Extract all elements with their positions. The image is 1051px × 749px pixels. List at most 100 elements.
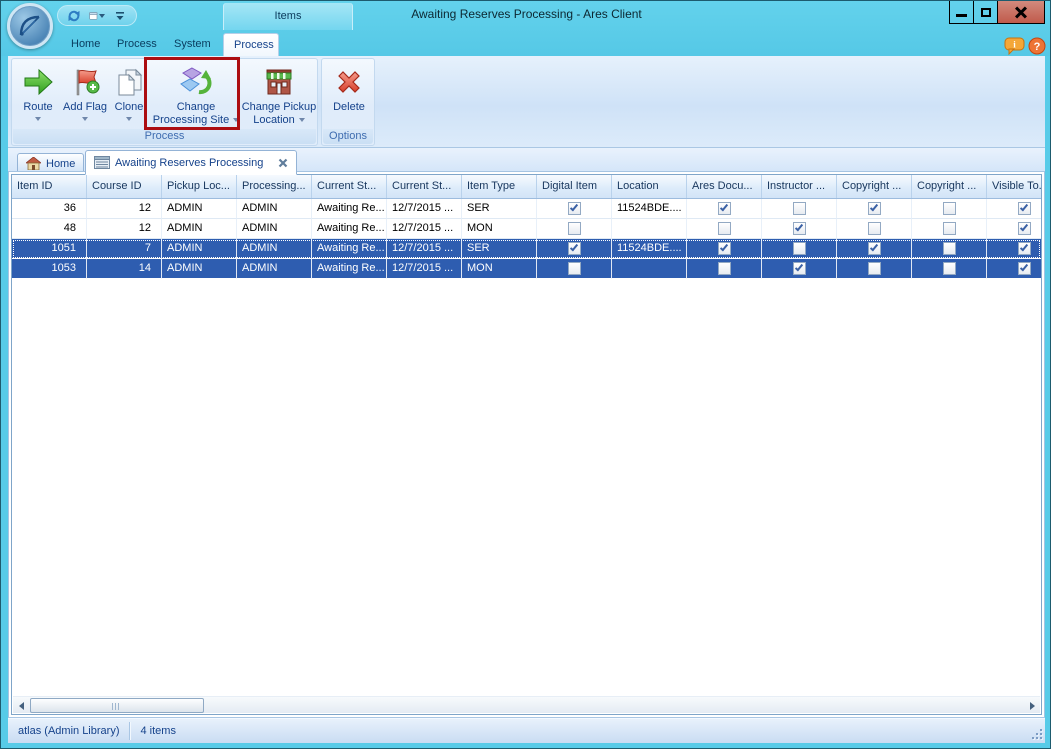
cell (612, 259, 687, 279)
column-header-instructor[interactable]: Instructor ... (762, 175, 837, 198)
column-header-copyright[interactable]: Copyright ... (837, 175, 912, 198)
cell-checkbox (837, 239, 912, 259)
cell: Awaiting Re... (312, 259, 387, 279)
cell-checkbox (912, 199, 987, 219)
column-header-current-st[interactable]: Current St... (387, 175, 462, 198)
chevron-down-icon (35, 117, 41, 121)
close-button[interactable] (997, 1, 1045, 24)
contextual-group-label: Items (275, 10, 302, 22)
checkbox-checked-icon (568, 202, 581, 215)
document-tab-bar: Home Awaiting Reserves Processing (8, 148, 1045, 174)
ribbon-tab-process[interactable]: Process (107, 33, 167, 56)
cell-checkbox (762, 219, 837, 239)
checkbox-unchecked-icon (568, 262, 581, 275)
ribbon-tab-process-contextual[interactable]: Process (223, 33, 279, 56)
qat-customize-icon[interactable] (112, 8, 128, 24)
column-header-item-id[interactable]: Item ID (12, 175, 87, 198)
cell-checkbox (762, 239, 837, 259)
ribbon-group-process: Process Route (11, 58, 318, 146)
column-header-processing[interactable]: Processing... (237, 175, 312, 198)
group-label: Process (13, 129, 316, 144)
cell: 12/7/2015 ... (387, 259, 462, 279)
checkbox-unchecked-icon (568, 222, 581, 235)
checkbox-checked-icon (1018, 222, 1031, 235)
chevron-down-icon (99, 14, 105, 18)
cell: 7 (87, 239, 162, 259)
application-menu-button[interactable] (7, 3, 53, 49)
arrow-right-icon (1030, 702, 1035, 710)
cell: 12/7/2015 ... (387, 239, 462, 259)
status-item-count: 4 items (130, 719, 185, 743)
cell: ADMIN (237, 199, 312, 219)
cell: ADMIN (237, 219, 312, 239)
cell-checkbox (687, 259, 762, 279)
column-header-course-id[interactable]: Course ID (87, 175, 162, 198)
cell-checkbox (837, 259, 912, 279)
add-flag-button[interactable]: Add Flag (62, 63, 108, 131)
maximize-icon (981, 8, 991, 17)
column-header-location[interactable]: Location (612, 175, 687, 198)
column-header-ares-docu[interactable]: Ares Docu... (687, 175, 762, 198)
table-row[interactable]: 105314ADMINADMINAwaiting Re...12/7/2015 … (12, 259, 1041, 279)
clone-button[interactable]: Clone (109, 63, 149, 131)
cell-checkbox (912, 219, 987, 239)
scroll-right-button[interactable] (1024, 697, 1040, 714)
grid-header: Item IDCourse IDPickup Loc...Processing.… (12, 175, 1041, 199)
cell: 12 (87, 219, 162, 239)
change-pickup-location-button[interactable]: Change Pickup Location (241, 63, 317, 131)
scrollbar-thumb[interactable] (30, 698, 204, 713)
table-row[interactable]: 3612ADMINADMINAwaiting Re...12/7/2015 ..… (12, 199, 1041, 219)
tab-close-icon[interactable] (278, 158, 288, 168)
cell-checkbox (987, 199, 1041, 219)
refresh-icon[interactable] (66, 8, 82, 24)
checkbox-checked-icon (718, 242, 731, 255)
about-info-icon[interactable]: i (1004, 37, 1025, 58)
checkbox-checked-icon (1018, 242, 1031, 255)
cell: MON (462, 219, 537, 239)
doc-tab-awaiting-reserves-processing[interactable]: Awaiting Reserves Processing (85, 150, 297, 175)
delete-button[interactable]: Delete (326, 63, 372, 131)
cell: 11524BDE.... (612, 199, 687, 219)
ribbon-tab-bar: Home Process System Process (1, 30, 1051, 56)
table-row[interactable]: 4812ADMINADMINAwaiting Re...12/7/2015 ..… (12, 219, 1041, 239)
cell: ADMIN (162, 259, 237, 279)
column-header-copyright[interactable]: Copyright ... (912, 175, 987, 198)
cell: Awaiting Re... (312, 199, 387, 219)
contextual-tab-group-items: Items (223, 3, 353, 30)
window-controls (950, 1, 1045, 24)
change-processing-site-button[interactable]: Change Processing Site (152, 63, 240, 131)
cell-checkbox (537, 219, 612, 239)
doc-tab-label: Home (46, 158, 75, 170)
table-row[interactable]: 10517ADMINADMINAwaiting Re...12/7/2015 .… (12, 239, 1041, 259)
column-header-item-type[interactable]: Item Type (462, 175, 537, 198)
resize-grip-icon[interactable] (1030, 727, 1042, 739)
help-icon[interactable]: ? (1028, 37, 1046, 58)
checkbox-unchecked-icon (793, 242, 806, 255)
ribbon-tab-system[interactable]: System (164, 33, 221, 56)
checkbox-checked-icon (793, 222, 806, 235)
checkbox-unchecked-icon (943, 202, 956, 215)
column-header-visible-to[interactable]: Visible To... (987, 175, 1041, 198)
column-header-pickup-loc[interactable]: Pickup Loc... (162, 175, 237, 198)
new-item-icon[interactable] (89, 8, 105, 24)
minimize-icon (956, 14, 967, 17)
cell: 14 (87, 259, 162, 279)
horizontal-scrollbar[interactable] (13, 696, 1040, 713)
route-button[interactable]: Route (16, 63, 60, 131)
checkbox-checked-icon (1018, 202, 1031, 215)
maximize-button[interactable] (973, 1, 998, 24)
cell: 48 (12, 219, 87, 239)
column-header-digital-item[interactable]: Digital Item (537, 175, 612, 198)
scroll-left-button[interactable] (13, 697, 29, 714)
cell-checkbox (837, 219, 912, 239)
minimize-button[interactable] (949, 1, 974, 24)
doc-tab-home[interactable]: Home (17, 153, 84, 174)
cell: Awaiting Re... (312, 239, 387, 259)
ribbon: Process Route (8, 56, 1045, 148)
cell-checkbox (537, 239, 612, 259)
checkbox-checked-icon (868, 202, 881, 215)
route-arrow-icon (16, 63, 60, 101)
column-header-current-st[interactable]: Current St... (312, 175, 387, 198)
doc-tab-label: Awaiting Reserves Processing (115, 157, 263, 169)
ribbon-tab-home[interactable]: Home (61, 33, 110, 56)
